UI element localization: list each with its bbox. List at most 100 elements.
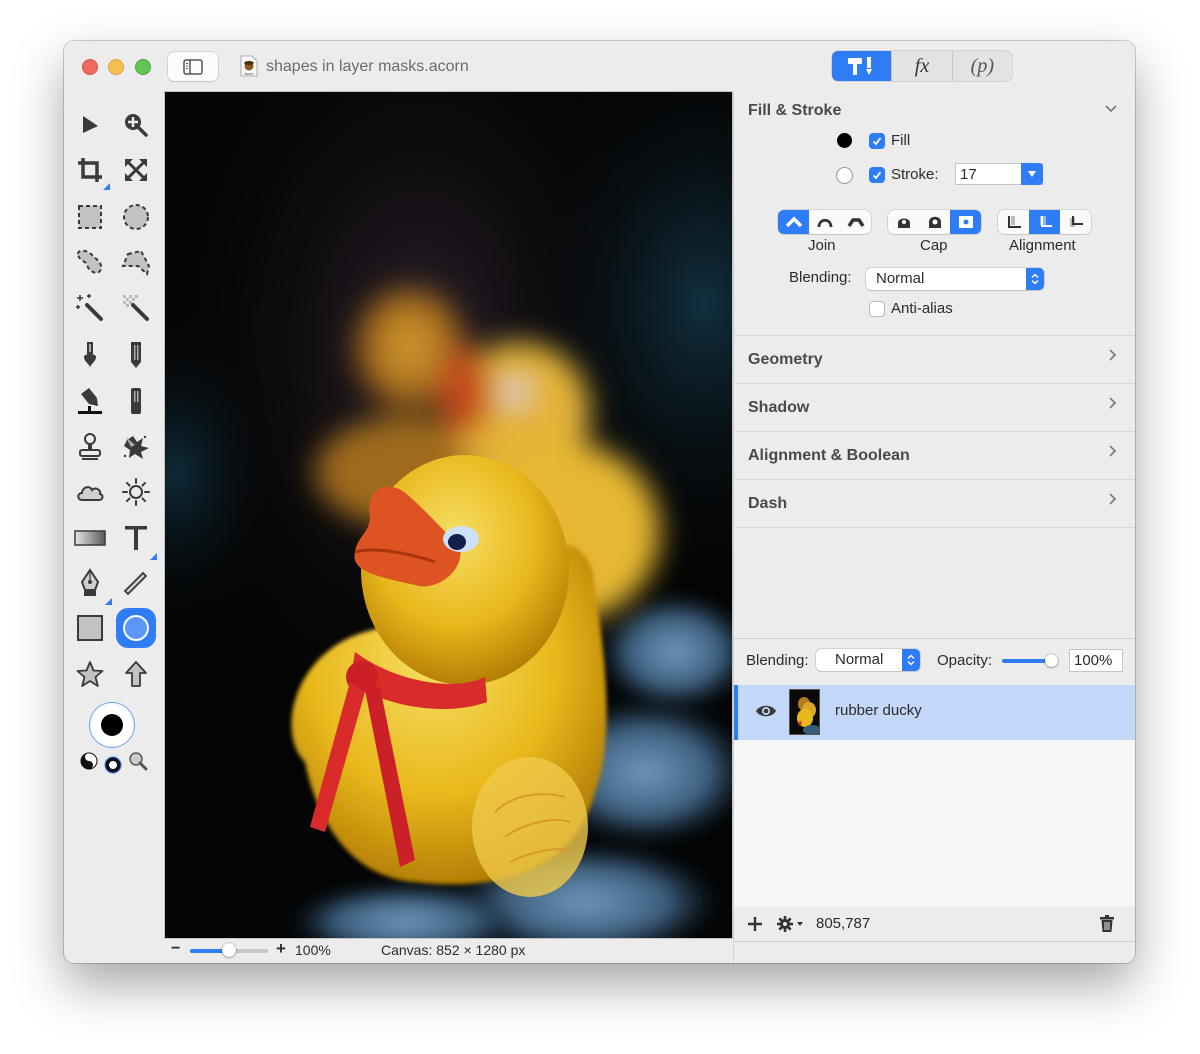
lasso-tool[interactable] — [72, 244, 108, 280]
dash-expand[interactable] — [1108, 492, 1118, 509]
toggle-sidebar-button[interactable] — [168, 52, 218, 81]
polygon-lasso-tool[interactable] — [118, 244, 154, 280]
alignment-outside-option[interactable] — [998, 210, 1029, 234]
expand-arrows-icon — [125, 159, 147, 181]
layers-footer: 805,787 — [734, 907, 1135, 942]
sidebar-icon — [183, 59, 203, 75]
magic-wand-icon — [76, 294, 103, 321]
filters-tab[interactable]: fx — [891, 51, 951, 81]
star-shape-tool[interactable] — [72, 656, 108, 692]
gradient-tool[interactable] — [72, 520, 108, 556]
opacity-field[interactable]: 100% — [1069, 649, 1123, 672]
collapse-chevron[interactable] — [1104, 101, 1118, 117]
blending-popup[interactable]: Normal — [866, 268, 1044, 290]
arrow-shape-tool[interactable] — [118, 656, 154, 692]
fill-stroke-header[interactable]: Fill & Stroke — [748, 102, 841, 120]
alignment-inside-option[interactable] — [1060, 210, 1091, 234]
line-tool[interactable] — [118, 565, 154, 601]
paint-bucket-tool[interactable] — [72, 383, 108, 419]
shadow-expand[interactable] — [1108, 396, 1118, 413]
stroke-width-combo[interactable]: 17 — [955, 163, 1043, 185]
antialias-checkbox[interactable] — [869, 301, 885, 317]
cloud-tool[interactable] — [72, 474, 108, 510]
eraser-tool[interactable] — [118, 383, 154, 419]
dodge-burn-tool[interactable] — [118, 474, 154, 510]
triangle-down-icon — [1028, 171, 1036, 177]
layer-blending-label: Blending: — [746, 652, 809, 669]
crop-tool[interactable] — [72, 152, 110, 190]
shadow-section-header[interactable]: Shadow — [748, 399, 809, 417]
zoom-in-button[interactable]: + — [276, 939, 286, 959]
opacity-slider[interactable] — [1002, 654, 1058, 667]
magic-wand-tool[interactable] — [72, 290, 108, 326]
text-icon — [125, 526, 147, 550]
zoom-slider[interactable] — [190, 943, 268, 957]
rectangle-shape-tool[interactable] — [72, 610, 108, 646]
delete-layer-button[interactable] — [1100, 915, 1114, 937]
section-divider — [734, 383, 1135, 384]
color-picker-loupe[interactable] — [128, 751, 148, 776]
close-button[interactable] — [82, 59, 98, 75]
stroke-width-value[interactable]: 17 — [960, 166, 977, 183]
fill-color-well[interactable] — [90, 703, 134, 747]
bezier-pen-tool[interactable] — [72, 565, 112, 605]
text-tool[interactable] — [118, 520, 157, 560]
select-tool[interactable] — [72, 107, 108, 143]
pencil-icon — [131, 342, 141, 368]
chevron-right-icon — [1109, 349, 1117, 361]
stroke-color-swatch[interactable] — [836, 167, 853, 184]
layer-name[interactable]: rubber ducky — [835, 702, 922, 719]
stroke-color-well[interactable] — [104, 756, 122, 779]
cap-butt-option[interactable] — [888, 210, 919, 234]
toolbox — [64, 93, 164, 938]
alignment-boolean-section-header[interactable]: Alignment & Boolean — [748, 447, 910, 465]
checkmark-icon — [872, 171, 882, 180]
fill-checkbox[interactable] — [869, 133, 885, 149]
alignment-boolean-expand[interactable] — [1108, 444, 1118, 461]
join-round-option[interactable] — [809, 210, 840, 234]
opacity-slider-knob[interactable] — [1045, 654, 1058, 667]
rect-select-tool[interactable] — [72, 199, 108, 235]
cap-square-option[interactable] — [950, 210, 981, 234]
transform-tool[interactable] — [118, 152, 154, 188]
pencil-tool[interactable] — [118, 337, 154, 373]
smudge-tool[interactable] — [118, 429, 154, 465]
alignment-center-option[interactable] — [1029, 210, 1060, 234]
layer-blending-popup[interactable]: Normal — [816, 649, 920, 671]
minimize-button[interactable] — [108, 59, 124, 75]
geometry-section-header[interactable]: Geometry — [748, 351, 823, 369]
opacity-value[interactable]: 100% — [1074, 652, 1112, 669]
zoom-out-button[interactable]: − — [171, 940, 180, 958]
zoom-slider-knob[interactable] — [222, 943, 236, 957]
brush-tool[interactable] — [72, 337, 108, 373]
swap-colors-button[interactable] — [80, 752, 98, 775]
blending-label: Blending: — [789, 269, 852, 286]
tools-inspector-tab[interactable] — [832, 51, 892, 81]
stroke-width-dropdown[interactable] — [1021, 163, 1043, 185]
zoom-tool[interactable] — [118, 107, 154, 143]
properties-tab[interactable]: (p) — [951, 51, 1012, 81]
circle-shape-icon — [123, 615, 149, 641]
oval-shape-tool[interactable] — [116, 608, 156, 648]
brush-icon — [84, 342, 96, 368]
add-layer-button[interactable] — [747, 916, 763, 937]
cloud-icon — [77, 486, 104, 501]
selection-indicator — [734, 685, 738, 740]
visibility-toggle[interactable] — [755, 704, 777, 723]
layer-actions-menu[interactable] — [776, 915, 804, 938]
rect-marquee-icon — [78, 205, 102, 229]
stroke-checkbox[interactable] — [869, 167, 885, 183]
join-bevel-option[interactable] — [840, 210, 871, 234]
clone-stamp-tool[interactable] — [72, 429, 108, 465]
zoom-window-button[interactable] — [135, 59, 151, 75]
fill-color-swatch[interactable] — [837, 133, 852, 148]
dash-section-header[interactable]: Dash — [748, 495, 787, 513]
ellipse-select-tool[interactable] — [118, 199, 154, 235]
join-miter-option[interactable] — [778, 210, 809, 234]
cap-round-option[interactable] — [919, 210, 950, 234]
image-canvas[interactable] — [165, 92, 732, 938]
geometry-expand[interactable] — [1108, 348, 1118, 365]
up-arrow-shape-icon — [125, 661, 147, 687]
layer-row[interactable]: rubber ducky — [734, 685, 1135, 740]
instant-alpha-tool[interactable] — [118, 290, 154, 326]
